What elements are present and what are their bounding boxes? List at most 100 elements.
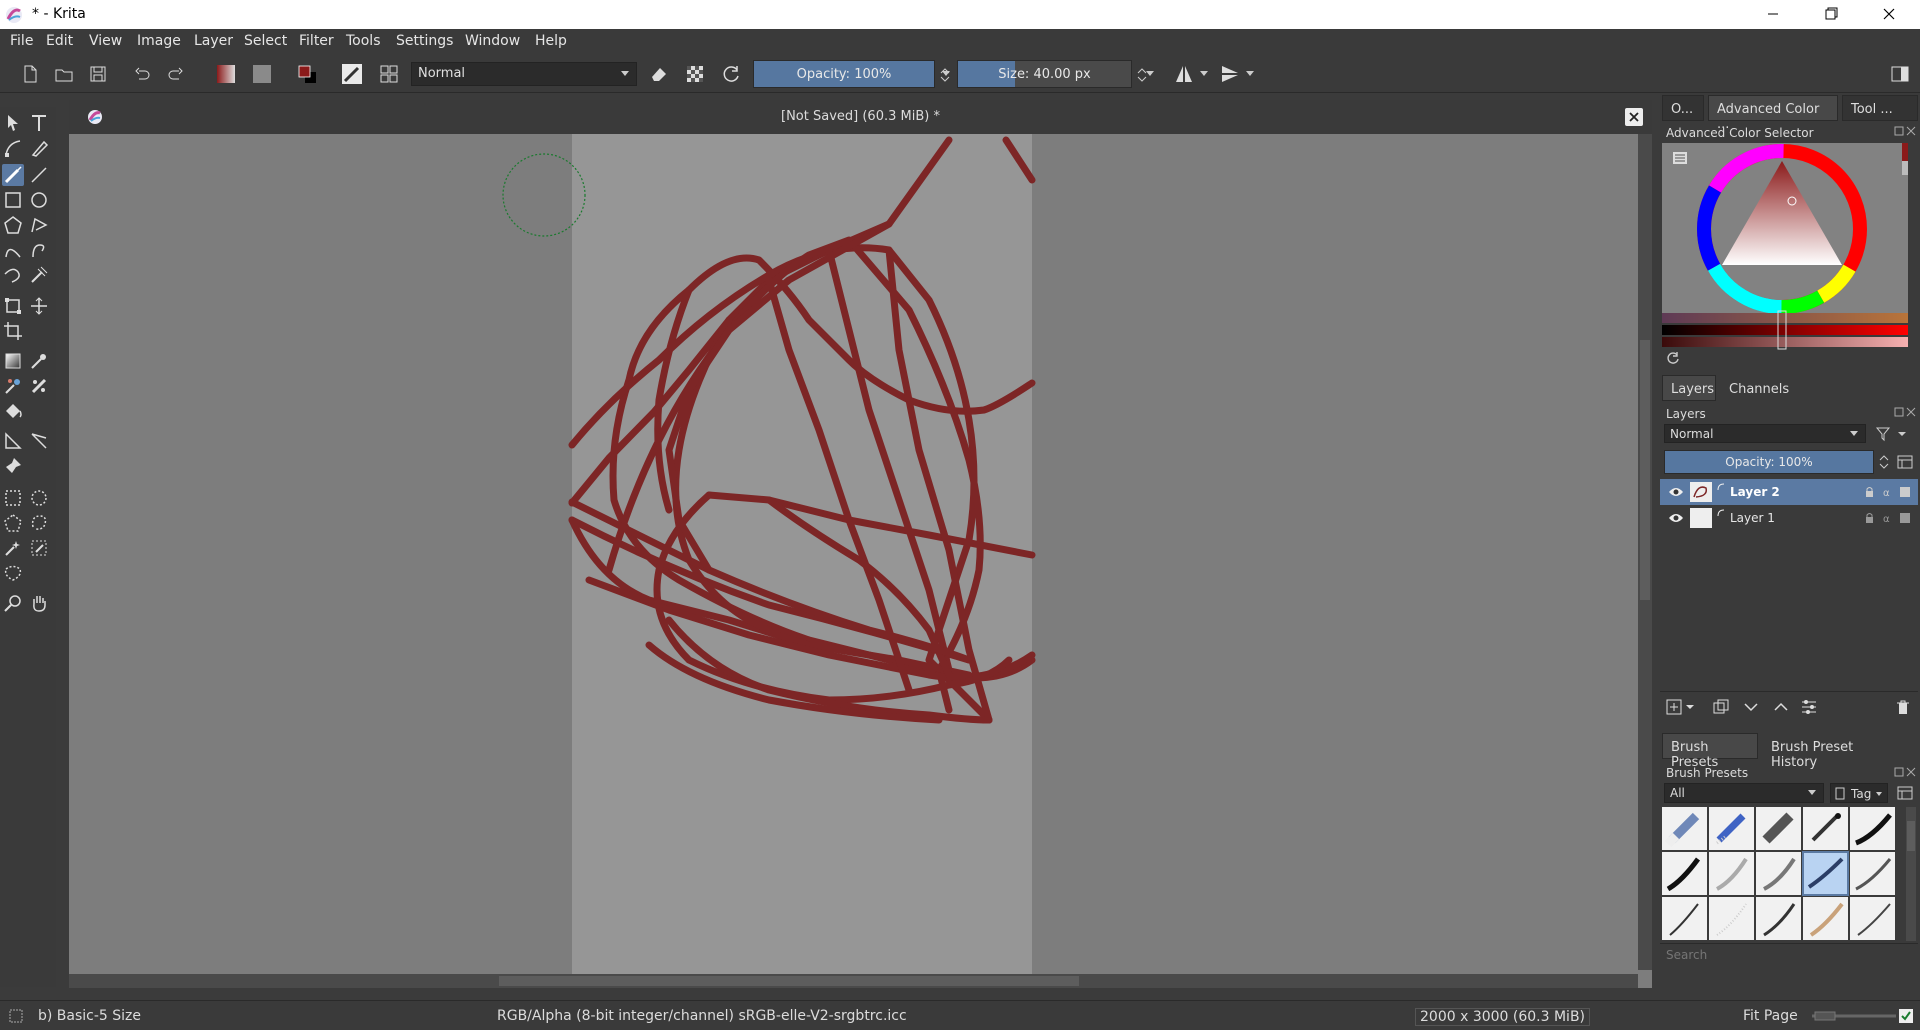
menu-edit[interactable]: Edit bbox=[46, 33, 73, 49]
layer-blend-mode-select[interactable]: Normal bbox=[1664, 424, 1866, 443]
presets-panel-float-icon[interactable] bbox=[1894, 767, 1916, 777]
transform-tool-icon[interactable] bbox=[2, 295, 24, 317]
minimize-icon[interactable] bbox=[1744, 0, 1802, 29]
layer-opacity-stepper-icon[interactable] bbox=[1878, 453, 1890, 471]
move-layer-up-icon[interactable] bbox=[1772, 698, 1790, 716]
calligraphy-tool-icon[interactable] bbox=[28, 137, 50, 159]
tab-brush-presets[interactable]: Brush Presets bbox=[1662, 733, 1758, 770]
menu-window[interactable]: Window bbox=[465, 33, 520, 49]
zoom-slider[interactable] bbox=[1810, 1009, 1900, 1023]
new-document-icon[interactable] bbox=[19, 63, 41, 85]
menu-file[interactable]: File bbox=[10, 33, 33, 49]
layers-panel-float-icon[interactable] bbox=[1894, 407, 1916, 417]
workspace-icon[interactable] bbox=[1889, 63, 1911, 85]
menu-settings[interactable]: Settings bbox=[396, 33, 453, 49]
refresh-color-icon[interactable] bbox=[1666, 351, 1680, 365]
preset-view-options-icon[interactable] bbox=[1896, 784, 1914, 802]
brush-settings-icon[interactable] bbox=[378, 63, 400, 85]
layer-filter-icon[interactable] bbox=[1874, 425, 1914, 443]
similar-color-selection-tool-icon[interactable] bbox=[28, 537, 50, 559]
mirror-horizontal-icon[interactable] bbox=[1173, 63, 1195, 85]
tab-layers[interactable]: Layers bbox=[1662, 375, 1716, 401]
tab-overview[interactable]: O... bbox=[1662, 95, 1704, 121]
assistant-tool-icon[interactable] bbox=[2, 430, 24, 452]
eye-visible-icon[interactable] bbox=[1668, 486, 1684, 498]
ellipse-tool-icon[interactable] bbox=[28, 189, 50, 211]
lock-icon[interactable]: α bbox=[1864, 486, 1914, 498]
reload-preset-icon[interactable] bbox=[721, 63, 743, 85]
undo-icon[interactable] bbox=[131, 63, 153, 85]
color-wheel[interactable] bbox=[1662, 143, 1908, 373]
pattern-preset-icon[interactable] bbox=[251, 63, 273, 85]
colorize-mask-tool-icon[interactable] bbox=[2, 375, 24, 397]
tab-brush-preset-history[interactable]: Brush Preset History bbox=[1762, 733, 1882, 770]
smart-patch-tool-icon[interactable] bbox=[28, 375, 50, 397]
size-slider[interactable]: Size: 40.00 px bbox=[957, 60, 1132, 88]
mirror-vertical-icon[interactable] bbox=[1219, 63, 1241, 85]
menu-view[interactable]: View bbox=[89, 33, 122, 49]
polygon-tool-icon[interactable] bbox=[2, 214, 24, 236]
dynamic-brush-tool-icon[interactable] bbox=[2, 264, 24, 286]
move-tool-icon[interactable] bbox=[28, 295, 50, 317]
open-document-icon[interactable] bbox=[53, 63, 75, 85]
canvas-area[interactable] bbox=[69, 100, 1652, 988]
layer-row-layer-1[interactable]: Layer 1 α bbox=[1660, 505, 1918, 531]
status-zoom-mode[interactable]: Fit Page bbox=[1743, 1008, 1798, 1024]
elliptical-selection-tool-icon[interactable] bbox=[28, 487, 50, 509]
redo-icon[interactable] bbox=[165, 63, 187, 85]
blend-mode-select[interactable]: Normal bbox=[411, 62, 637, 86]
preserve-alpha-icon[interactable] bbox=[684, 63, 706, 85]
bezier-selection-tool-icon[interactable] bbox=[2, 562, 24, 584]
menu-tools[interactable]: Tools bbox=[346, 33, 381, 49]
save-icon[interactable] bbox=[87, 63, 109, 85]
eraser-mode-icon[interactable] bbox=[648, 63, 670, 85]
move-layer-down-icon[interactable] bbox=[1742, 698, 1760, 716]
mirror-v-chevron-icon[interactable] bbox=[1245, 70, 1255, 78]
menu-image[interactable]: Image bbox=[137, 33, 181, 49]
rectangular-selection-tool-icon[interactable] bbox=[2, 487, 24, 509]
freehand-selection-tool-icon[interactable] bbox=[28, 512, 50, 534]
panel-float-icon[interactable] bbox=[1894, 126, 1916, 136]
lock-icon[interactable]: α bbox=[1864, 512, 1914, 524]
preset-thumbnails[interactable] bbox=[1662, 807, 1902, 941]
text-tool-icon[interactable] bbox=[28, 112, 50, 134]
pan-tool-icon[interactable] bbox=[28, 592, 50, 614]
reference-images-tool-icon[interactable] bbox=[2, 455, 24, 477]
opacity-slider[interactable]: Opacity: 100% bbox=[753, 60, 935, 88]
menu-select[interactable]: Select bbox=[244, 33, 287, 49]
color-picker-tool-icon[interactable] bbox=[28, 350, 50, 372]
preset-filter-select[interactable]: All bbox=[1664, 783, 1824, 803]
tab-tool-options[interactable]: Tool ... bbox=[1842, 95, 1918, 121]
opacity-chevron-down-icon[interactable] bbox=[941, 70, 951, 78]
layer-properties-icon[interactable] bbox=[1896, 453, 1914, 471]
fill-tool-icon[interactable] bbox=[2, 400, 24, 422]
color-settings-icon[interactable] bbox=[1672, 151, 1688, 165]
measure-tool-icon[interactable] bbox=[28, 430, 50, 452]
close-window-icon[interactable] bbox=[1860, 0, 1918, 29]
zoom-tool-icon[interactable] bbox=[2, 592, 24, 614]
multibrush-tool-icon[interactable] bbox=[28, 264, 50, 286]
tag-button[interactable]: Tag bbox=[1830, 783, 1888, 803]
select-shapes-tool-icon[interactable] bbox=[2, 112, 24, 134]
menu-help[interactable]: Help bbox=[535, 33, 567, 49]
eye-visible-icon[interactable] bbox=[1668, 512, 1684, 524]
polyline-tool-icon[interactable] bbox=[28, 214, 50, 236]
freehand-brush-tool-icon[interactable] bbox=[2, 164, 24, 186]
brush-preset-icon[interactable] bbox=[341, 63, 363, 85]
rectangle-tool-icon[interactable] bbox=[2, 189, 24, 211]
menu-layer[interactable]: Layer bbox=[194, 33, 233, 49]
layer-opacity-slider[interactable]: Opacity: 100% bbox=[1664, 450, 1874, 474]
tab-advanced-color[interactable]: Advanced Color ... bbox=[1708, 95, 1838, 132]
layer-row-layer-2[interactable]: Layer 2 α bbox=[1660, 479, 1918, 505]
size-chevron-down-icon[interactable] bbox=[1145, 70, 1155, 78]
zoom-lock-icon[interactable] bbox=[1898, 1008, 1914, 1024]
presets-scrollbar-thumb[interactable] bbox=[1907, 821, 1915, 851]
tab-channels[interactable]: Channels bbox=[1720, 375, 1794, 401]
freehand-path-tool-icon[interactable] bbox=[28, 239, 50, 261]
gradient-preset-icon[interactable] bbox=[215, 63, 237, 85]
line-tool-icon[interactable] bbox=[28, 164, 50, 186]
menu-filter[interactable]: Filter bbox=[299, 33, 334, 49]
presets-scrollbar[interactable] bbox=[1906, 807, 1916, 941]
preset-search-input[interactable] bbox=[1660, 943, 1918, 965]
edit-shapes-tool-icon[interactable] bbox=[2, 137, 24, 159]
